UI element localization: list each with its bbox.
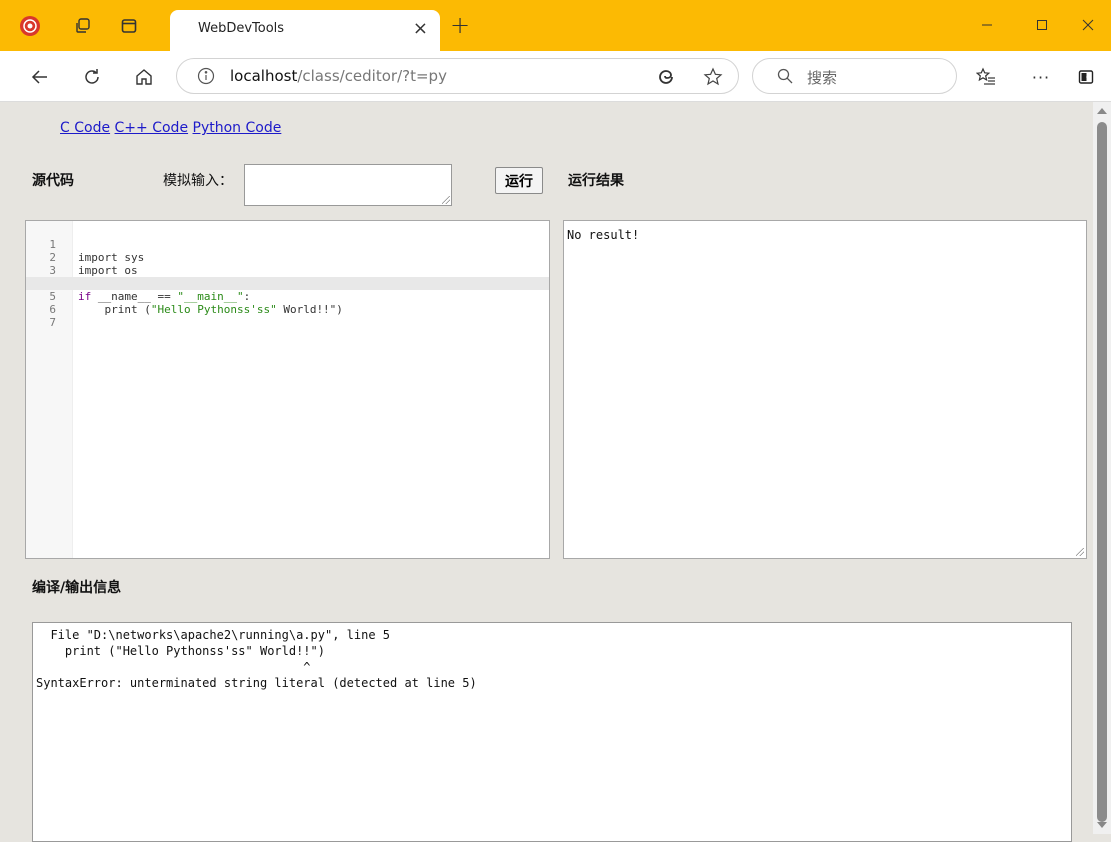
new-tab-button[interactable]: + [450,13,470,37]
close-window-icon[interactable] [1074,13,1102,37]
tab-webdevtools[interactable]: WebDevTools × [170,10,440,51]
address-host: localhost [230,67,298,85]
link-python-code[interactable]: Python Code [193,120,282,136]
profile-avatar-icon[interactable] [19,15,41,37]
scroll-down-arrow-icon[interactable] [1097,822,1107,828]
result-text: No result! [567,228,640,242]
resize-grip-icon[interactable] [442,196,450,204]
line-number: 7 [49,316,56,329]
address-url: localhost/class/ceditor/?t=py [230,67,447,85]
link-c-code[interactable]: C Code [60,120,110,136]
code-line-active[interactable]: 5 print ("Hello Pythonss'ss" World!!") [26,277,549,316]
scroll-up-arrow-icon[interactable] [1097,108,1107,114]
sidebar-toggle-icon[interactable] [1073,64,1099,90]
search-box[interactable]: 搜索 [752,58,957,94]
source-code-label: 源代码 [32,173,74,189]
address-bar[interactable]: localhost/class/ceditor/?t=py [176,58,739,94]
tab-close-icon[interactable]: × [413,19,428,39]
search-placeholder: 搜索 [807,69,838,87]
code-line[interactable]: 7 [26,303,549,329]
code-line[interactable]: 3 [26,251,549,277]
edge-read-aloud-icon[interactable] [655,66,677,88]
favorite-star-icon[interactable] [702,66,724,88]
tab-title: WebDevTools [198,21,285,36]
sim-input-label: 模拟输入： [163,173,233,189]
site-info-icon[interactable] [197,67,215,89]
code-line[interactable]: 4 if __name__ == "__main__": [26,264,549,303]
home-icon[interactable] [131,64,157,90]
maximize-icon[interactable] [1028,13,1056,37]
run-button[interactable]: 运行 [495,167,543,194]
back-arrow-icon[interactable] [27,64,53,90]
workspaces-icon[interactable] [72,15,94,37]
sim-input-textarea[interactable] [244,164,452,206]
resize-grip-icon[interactable] [1076,548,1084,556]
browser-titlebar: WebDevTools × + [0,0,1111,51]
result-textarea[interactable]: No result! [563,220,1087,559]
output-label: 编译/输出信息 [32,580,122,596]
language-links: C Code C++ Code Python Code [60,120,281,136]
browser-toolbar: localhost/class/ceditor/?t=py 搜索 ··· [0,51,1111,102]
code-line[interactable]: 1 import sys [26,225,549,264]
more-menu-button[interactable]: ··· [1028,64,1054,90]
search-icon [777,68,793,88]
tab-actions-icon[interactable] [118,15,140,37]
code-editor[interactable]: 1 import sys 2 import os 3 4 if __name__… [25,220,550,559]
favorites-list-icon[interactable] [973,64,999,90]
link-cpp-code[interactable]: C++ Code [115,120,189,136]
address-path: /class/ceditor/?t=py [297,67,447,85]
refresh-icon[interactable] [79,64,105,90]
minimize-icon[interactable] [973,13,1001,37]
scroll-thumb[interactable] [1097,122,1107,822]
code-line[interactable]: 2 import os [26,238,549,277]
code-line[interactable]: 6 [26,290,549,316]
page-scrollbar[interactable] [1093,102,1111,834]
result-label: 运行结果 [568,173,624,189]
page-content: C Code C++ Code Python Code 源代码 模拟输入： 运行… [0,102,1093,842]
output-textarea[interactable]: File "D:\networks\apache2\running\a.py",… [32,622,1072,842]
